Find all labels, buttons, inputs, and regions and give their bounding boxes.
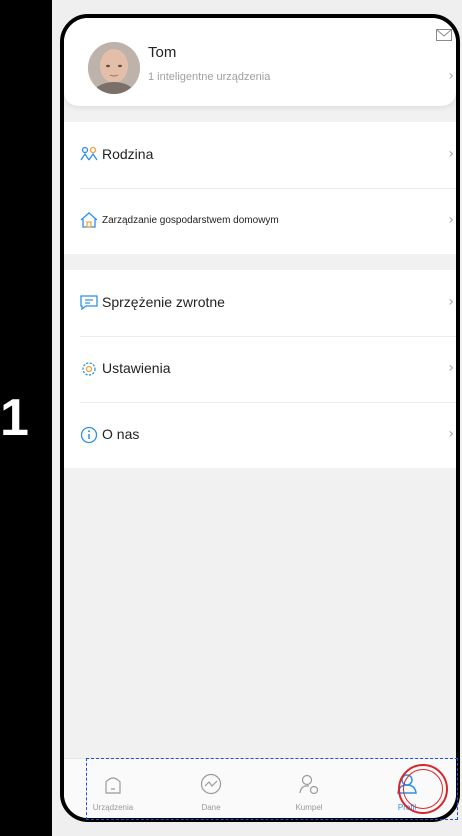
step-number: 1: [0, 389, 29, 447]
menu-item-family[interactable]: Rodzina ›: [64, 122, 456, 188]
user-name: Tom: [148, 44, 177, 61]
avatar[interactable]: [88, 42, 140, 94]
family-icon: [80, 146, 98, 167]
gear-icon: [80, 360, 98, 383]
device-count: 1 inteligentne urządzenia: [148, 71, 271, 83]
mail-icon[interactable]: [436, 28, 452, 46]
phone-frame: Tom 1 inteligentne urządzenia › Rodzina …: [60, 14, 460, 822]
chevron-right-icon: ›: [448, 294, 454, 310]
profile-card[interactable]: Tom 1 inteligentne urządzenia ›: [64, 18, 456, 106]
menu-label-home-management: Zarządzanie gospodarstwem domowym: [102, 215, 279, 226]
menu-label-about: O nas: [102, 426, 140, 442]
menu-label-feedback: Sprzężenie zwrotne: [102, 294, 225, 310]
house-icon: [80, 212, 98, 233]
info-icon: [80, 426, 98, 449]
profile-tab-highlight-ring-inner: [403, 769, 443, 809]
chevron-right-icon: ›: [448, 426, 454, 442]
menu-item-home-management[interactable]: Zarządzanie gospodarstwem domowym ›: [64, 188, 456, 254]
menu-item-feedback[interactable]: Sprzężenie zwrotne ›: [64, 270, 456, 336]
chevron-right-icon: ›: [448, 212, 454, 228]
family-section: Rodzina › Zarządzanie gospodarstwem domo…: [64, 122, 456, 254]
settings-section: Sprzężenie zwrotne › Ustawienia › O nas …: [64, 270, 456, 468]
menu-label-family: Rodzina: [102, 146, 154, 162]
chevron-right-icon: ›: [448, 360, 454, 376]
chevron-right-icon: ›: [448, 146, 454, 162]
feedback-icon: [80, 294, 98, 315]
menu-label-settings: Ustawienia: [102, 360, 171, 376]
menu-item-settings[interactable]: Ustawienia ›: [64, 336, 456, 402]
menu-item-about[interactable]: O nas ›: [64, 402, 456, 468]
chevron-right-icon: ›: [448, 68, 454, 84]
